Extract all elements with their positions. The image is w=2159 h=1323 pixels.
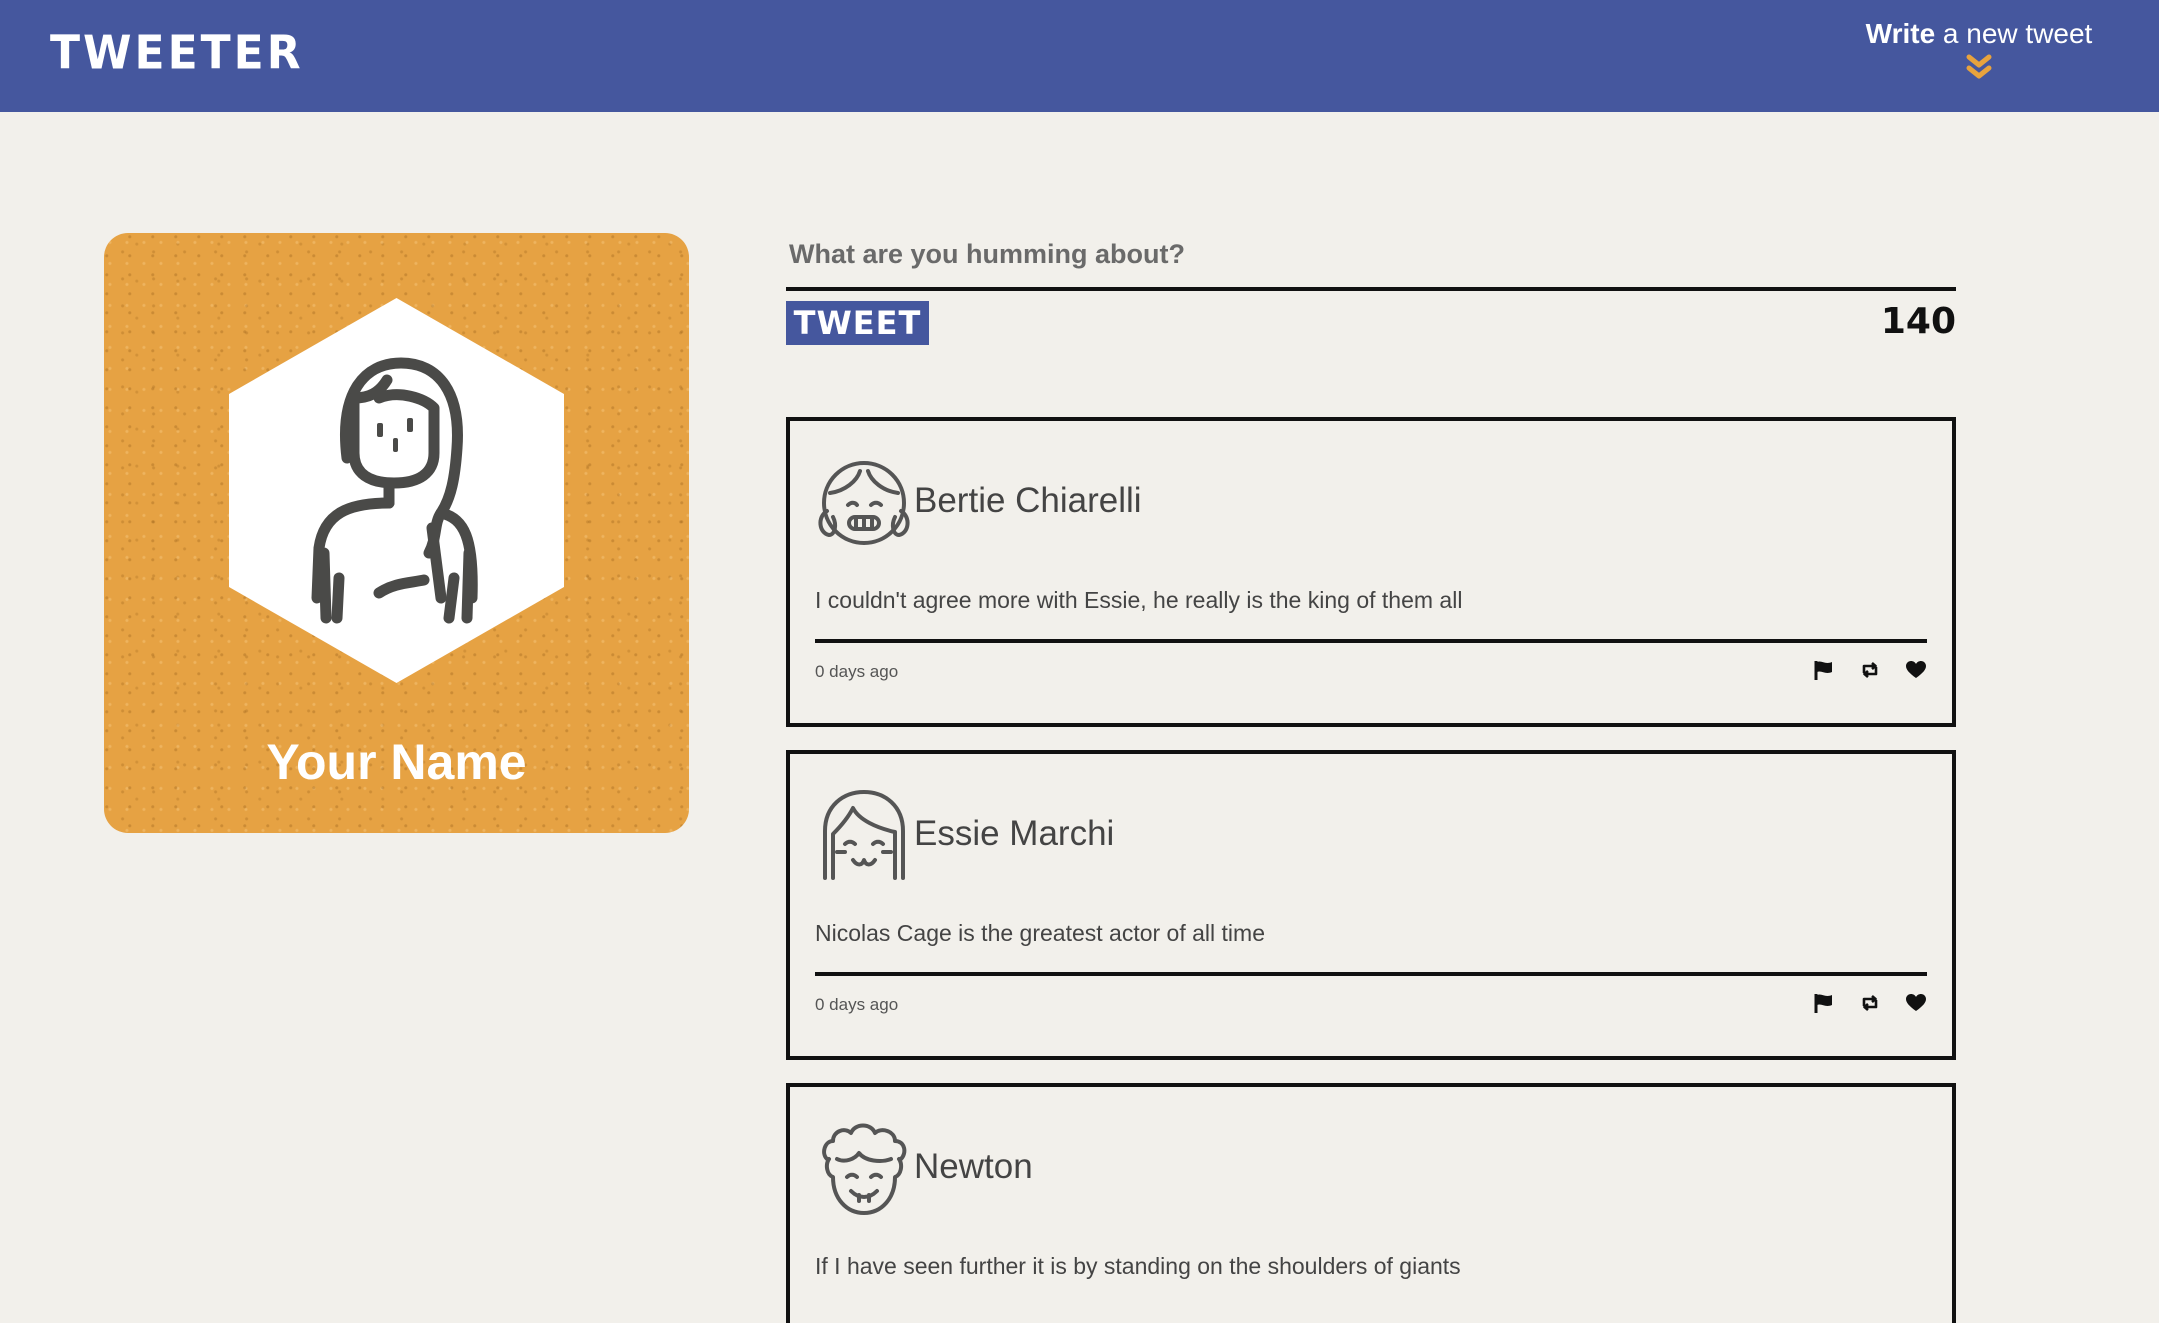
tweet-actions: [1813, 992, 1927, 1014]
tweet-divider: [815, 972, 1927, 976]
flag-icon[interactable]: [1813, 659, 1835, 681]
tweet-author[interactable]: Newton: [914, 1147, 1033, 1187]
tweet-card: Newton If I have seen further it is by s…: [786, 1083, 1956, 1323]
flag-icon[interactable]: [1813, 992, 1835, 1014]
tweet-content: I couldn't agree more with Essie, he rea…: [815, 587, 1463, 613]
retweet-icon[interactable]: [1859, 659, 1881, 681]
write-new-tweet-toggle[interactable]: Write a new tweet: [1849, 18, 2109, 80]
girl-pigtails-avatar-icon: [818, 461, 910, 545]
compose-form: TWEET 140: [786, 233, 1956, 351]
tweet-content: If I have seen further it is by standing…: [815, 1253, 1461, 1279]
tweet-actions: [1813, 659, 1927, 681]
heart-icon[interactable]: [1905, 992, 1927, 1014]
write-label-bold: Write: [1865, 18, 1936, 49]
curly-hair-avatar-icon: [822, 1123, 907, 1215]
write-label-rest: a new tweet: [1935, 18, 2093, 49]
tweet-author[interactable]: Bertie Chiarelli: [914, 481, 1142, 521]
character-counter: 140: [1880, 301, 1956, 342]
tweet-author[interactable]: Essie Marchi: [914, 814, 1114, 854]
profile-name: Your Name: [266, 734, 527, 790]
tweet-submit-button[interactable]: TWEET: [786, 301, 929, 345]
double-chevron-down-icon: [1966, 54, 1992, 79]
top-nav: TWEETER Write a new tweet: [0, 0, 2159, 112]
tweet-card: Essie Marchi Nicolas Cage is the greates…: [786, 750, 1956, 1060]
girl-bangs-avatar-icon: [823, 790, 905, 880]
retweet-icon[interactable]: [1859, 992, 1881, 1014]
tweet-timestamp: 0 days ago: [815, 995, 899, 1014]
girl-avatar-icon: [229, 298, 564, 683]
tweet-timestamp: 0 days ago: [815, 662, 899, 681]
profile-card: Your Name: [104, 233, 689, 833]
compose-footer: TWEET 140: [786, 301, 1956, 351]
brand-logo[interactable]: TWEETER: [50, 27, 304, 81]
tweet-card: Bertie Chiarelli I couldn't agree more w…: [786, 417, 1956, 727]
tweet-textarea[interactable]: [786, 233, 1956, 291]
tweet-content: Nicolas Cage is the greatest actor of al…: [815, 920, 1265, 946]
tweet-divider: [815, 639, 1927, 643]
heart-icon[interactable]: [1905, 659, 1927, 681]
